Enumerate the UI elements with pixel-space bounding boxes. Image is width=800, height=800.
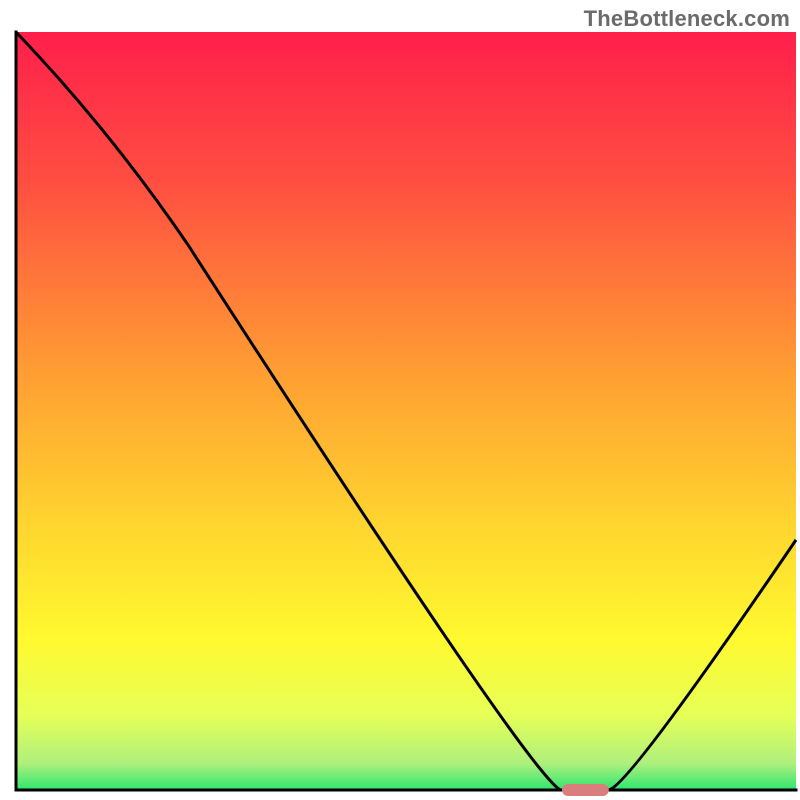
optimal-range-marker — [562, 784, 609, 796]
plot-background — [16, 32, 796, 790]
bottleneck-chart — [0, 0, 800, 800]
